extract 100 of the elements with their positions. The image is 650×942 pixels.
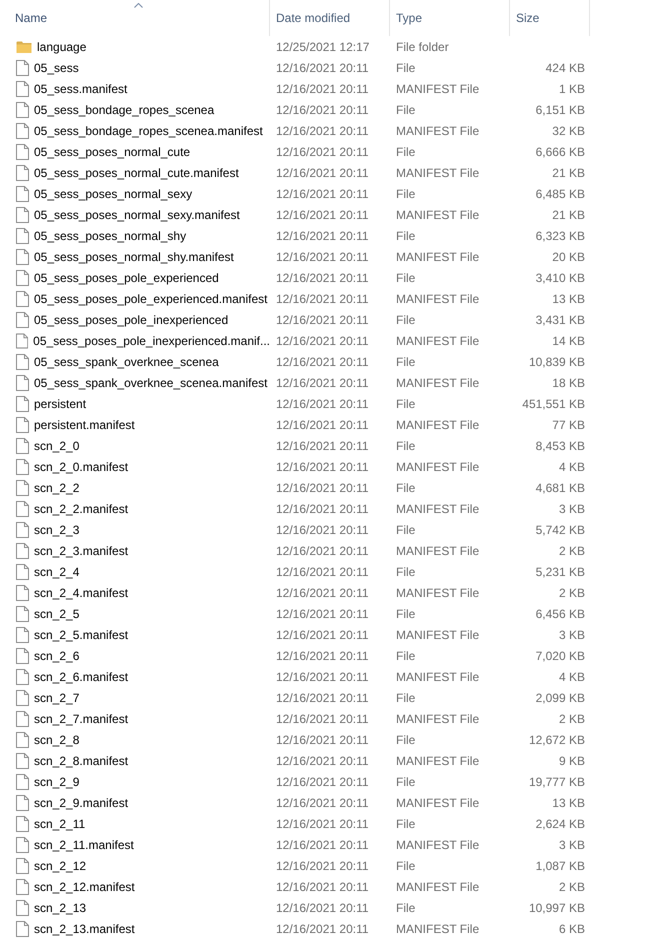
date-modified: 12/16/2021 20:11 (275, 334, 370, 348)
file-name[interactable]: persistent (34, 396, 86, 410)
file-type: File (395, 774, 416, 788)
file-name[interactable]: scn_2_3.manifest (34, 544, 128, 558)
file-icon (16, 668, 29, 684)
date-modified: 12/16/2021 20:11 (275, 670, 370, 684)
date-modified: 12/16/2021 20:11 (275, 648, 370, 662)
file-size: 13 KB (551, 796, 586, 810)
file-type: MANIFEST File (395, 838, 480, 852)
file-icon (16, 836, 29, 852)
date-modified: 12/16/2021 20:11 (275, 900, 370, 914)
date-modified: 12/16/2021 20:11 (275, 270, 370, 284)
file-type: File (395, 816, 416, 830)
date-modified: 12/16/2021 20:11 (275, 606, 370, 620)
file-size: 6,666 KB (534, 144, 586, 158)
file-name[interactable]: scn_2_9 (34, 774, 80, 788)
date-modified: 12/16/2021 20:11 (275, 186, 370, 200)
file-name[interactable]: scn_2_0.manifest (34, 460, 128, 474)
file-name[interactable]: scn_2_4 (34, 564, 80, 578)
file-name[interactable]: scn_2_2 (34, 480, 80, 494)
file-size: 6 KB (558, 922, 586, 936)
file-icon (16, 690, 29, 706)
file-type: MANIFEST File (395, 250, 480, 264)
date-modified: 12/16/2021 20:11 (275, 732, 370, 746)
file-size: 3 KB (558, 502, 586, 516)
file-type: MANIFEST File (395, 880, 480, 894)
file-name[interactable]: scn_2_5.manifest (34, 628, 128, 642)
file-size: 1 KB (558, 82, 586, 96)
file-name[interactable]: 05_sess_bondage_ropes_scenea.manifest (34, 124, 263, 138)
file-name[interactable]: 05_sess_poses_normal_shy (34, 228, 186, 242)
file-size: 451,551 KB (521, 396, 586, 410)
file-size: 3 KB (558, 628, 586, 642)
date-modified: 12/16/2021 20:11 (275, 628, 370, 642)
column-header[interactable]: Name (0, 0, 270, 36)
file-name[interactable]: 05_sess_spank_overknee_scenea.manifest (34, 376, 268, 390)
file-size: 2,099 KB (534, 690, 586, 704)
file-name[interactable]: scn_2_13 (34, 900, 86, 914)
file-icon (16, 606, 29, 622)
file-size: 10,997 KB (528, 900, 586, 914)
date-modified: 12/16/2021 20:11 (275, 292, 370, 306)
file-name[interactable]: 05_sess_bondage_ropes_scenea (34, 102, 214, 116)
file-icon (16, 500, 29, 516)
file-icon (16, 374, 29, 390)
file-name[interactable]: 05_sess_poses_pole_inexperienced.manif... (33, 334, 270, 348)
file-icon (16, 416, 29, 432)
file-name[interactable]: 05_sess_poses_pole_experienced (34, 270, 219, 284)
file-name[interactable]: scn_2_13.manifest (34, 922, 135, 936)
file-name[interactable]: scn_2_6 (34, 648, 80, 662)
date-modified: 12/16/2021 20:11 (275, 838, 370, 852)
column-header[interactable]: Size (510, 0, 590, 36)
file-name[interactable]: scn_2_7 (34, 690, 80, 704)
file-name[interactable]: scn_2_7.manifest (34, 712, 128, 726)
file-type: File (395, 900, 416, 914)
file-name[interactable]: 05_sess_spank_overknee_scenea (34, 354, 219, 368)
file-name[interactable]: scn_2_11 (34, 816, 86, 830)
file-name[interactable]: 05_sess_poses_normal_sexy (34, 186, 192, 200)
file-name[interactable]: scn_2_9.manifest (34, 796, 128, 810)
file-name[interactable]: 05_sess_poses_pole_experienced.manifest (34, 292, 268, 306)
file-type: File (395, 690, 416, 704)
file-size: 2 KB (558, 880, 586, 894)
file-name[interactable]: 05_sess.manifest (34, 82, 128, 96)
file-name[interactable]: scn_2_4.manifest (34, 586, 128, 600)
file-name[interactable]: scn_2_2.manifest (34, 502, 128, 516)
file-name[interactable]: 05_sess_poses_normal_shy.manifest (34, 250, 234, 264)
file-name[interactable]: persistent.manifest (34, 418, 135, 432)
file-name[interactable]: scn_2_5 (34, 606, 80, 620)
column-header[interactable]: Type (390, 0, 510, 36)
file-size: 424 KB (544, 60, 586, 74)
date-modified: 12/16/2021 20:11 (275, 922, 370, 936)
file-type: File (395, 606, 416, 620)
date-modified: 12/16/2021 20:11 (275, 564, 370, 578)
file-name[interactable]: 05_sess_poses_pole_inexperienced (34, 312, 228, 326)
file-name[interactable]: 05_sess_poses_normal_sexy.manifest (34, 208, 240, 222)
file-name[interactable]: language (37, 40, 86, 54)
file-icon (16, 438, 29, 454)
file-icon (16, 206, 29, 222)
file-name[interactable]: 05_sess_poses_normal_cute.manifest (34, 166, 239, 180)
file-size: 6,485 KB (534, 186, 586, 200)
file-type: MANIFEST File (395, 460, 480, 474)
file-name[interactable]: scn_2_12.manifest (34, 880, 135, 894)
file-name[interactable]: scn_2_6.manifest (34, 670, 128, 684)
file-size: 6,456 KB (534, 606, 586, 620)
file-name[interactable]: scn_2_8.manifest (34, 754, 128, 768)
file-size: 21 KB (551, 166, 586, 180)
file-name[interactable]: scn_2_0 (34, 438, 80, 452)
file-icon (16, 270, 29, 286)
file-size: 32 KB (551, 124, 586, 138)
file-icon (16, 564, 29, 580)
file-name[interactable]: 05_sess (34, 60, 79, 74)
column-header[interactable]: Date modified (270, 0, 390, 36)
file-icon (16, 80, 29, 96)
file-name[interactable]: scn_2_12 (34, 858, 86, 872)
file-size: 9 KB (558, 754, 586, 768)
file-name[interactable]: 05_sess_poses_normal_cute (34, 144, 190, 158)
date-modified: 12/16/2021 20:11 (275, 438, 370, 452)
file-name[interactable]: scn_2_3 (34, 522, 80, 536)
file-name[interactable]: scn_2_8 (34, 732, 80, 746)
file-type: MANIFEST File (395, 124, 480, 138)
file-name[interactable]: scn_2_11.manifest (34, 838, 134, 852)
file-icon (16, 354, 29, 370)
